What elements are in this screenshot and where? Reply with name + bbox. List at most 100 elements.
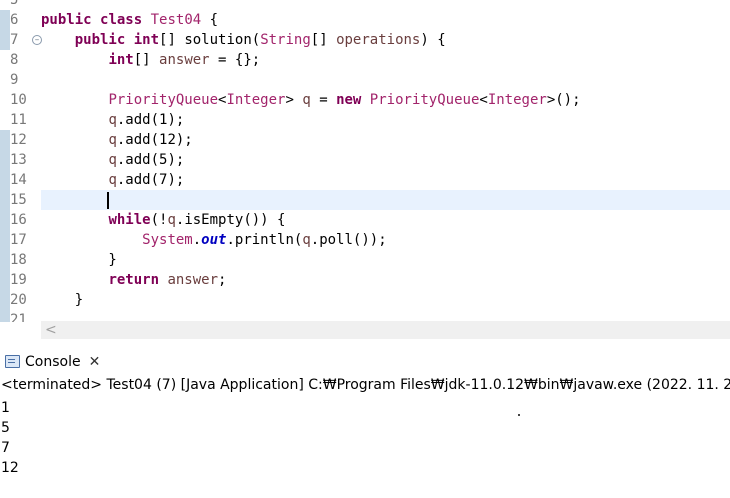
line-number: 21 xyxy=(10,312,27,322)
line-number: 6 xyxy=(10,12,19,28)
code-token: while xyxy=(108,212,151,228)
code-line[interactable]: int[] answer = {}; xyxy=(41,50,730,70)
code-line[interactable]: public class Test04 { xyxy=(41,10,730,30)
close-icon[interactable]: ✕ xyxy=(89,354,101,370)
code-token: .add(7); xyxy=(116,172,185,188)
code-line[interactable] xyxy=(41,0,730,10)
code-line[interactable]: return answer; xyxy=(41,270,730,290)
code-token: new xyxy=(336,92,362,108)
code-line[interactable]: q.add(12); xyxy=(41,130,730,150)
code-token: .add(12); xyxy=(116,132,193,148)
console-status: <terminated> Test04 (7) [Java Applicatio… xyxy=(1,377,730,393)
code-token: public xyxy=(74,32,126,48)
code-area[interactable]: public class Test04 { public int[] solut… xyxy=(41,0,730,322)
horizontal-scrollbar[interactable]: < xyxy=(41,321,730,339)
code-token: .add(5); xyxy=(116,152,185,168)
scroll-left-arrow-icon[interactable]: < xyxy=(45,321,57,339)
line-number: 8 xyxy=(10,52,19,68)
code-token: q xyxy=(108,152,117,168)
line-number: 15 xyxy=(10,192,27,208)
code-line[interactable] xyxy=(41,70,730,90)
code-token: = {}; xyxy=(209,52,261,68)
code-token: Integer xyxy=(487,92,547,108)
code-token: operations xyxy=(336,32,421,48)
code-line[interactable]: } xyxy=(41,250,730,270)
console-tab-label: Console xyxy=(25,353,81,370)
code-token: [] solution( xyxy=(159,32,261,48)
code-token: [] xyxy=(310,32,337,48)
code-token: < xyxy=(479,92,488,108)
code-token: = xyxy=(310,92,337,108)
quick-diff-ruler xyxy=(0,0,10,322)
code-token: } xyxy=(41,252,117,268)
code-editor[interactable]: 5 6 7 8 9 10 11 12 13 14 15 16 17 18 19 20 21− public cl… xyxy=(0,0,730,322)
code-token: answer xyxy=(159,52,210,68)
current-code-line[interactable] xyxy=(41,190,730,210)
code-token: .poll()); xyxy=(310,232,387,248)
tab-console[interactable]: Console ✕ xyxy=(0,348,106,375)
code-token: answer xyxy=(167,272,219,288)
code-token: String xyxy=(260,32,311,48)
code-line[interactable]: while(!q.isEmpty()) { xyxy=(41,210,730,230)
code-token: class xyxy=(100,12,143,28)
code-line[interactable]: q.add(1); xyxy=(41,110,730,130)
line-number: 12 xyxy=(10,132,27,148)
code-token: Integer xyxy=(226,92,286,108)
code-line[interactable]: } xyxy=(41,290,730,310)
code-token: { xyxy=(201,12,219,28)
code-token: int xyxy=(133,32,160,48)
line-number-gutter: 5 6 7 8 9 10 11 12 13 14 15 16 17 18 19 20 21− xyxy=(10,0,42,322)
line-number: 13 xyxy=(10,152,27,168)
console-view-header: Console ✕ xyxy=(0,348,730,375)
code-token: PriorityQueue xyxy=(108,92,219,108)
code-token: System xyxy=(142,232,193,248)
code-token: q xyxy=(108,132,117,148)
code-token: ; xyxy=(218,272,227,288)
code-token: q xyxy=(302,232,311,248)
line-number: 10 xyxy=(10,92,27,108)
code-token: >(); xyxy=(546,92,581,108)
console-output[interactable]: 1 5 7 12 xyxy=(0,398,730,498)
console-icon xyxy=(5,355,20,368)
line-number: 16 xyxy=(10,212,27,228)
code-token: (! xyxy=(150,212,168,228)
code-token: . xyxy=(192,232,202,248)
code-line[interactable]: q.add(7); xyxy=(41,170,730,190)
code-token: .println( xyxy=(226,232,303,248)
code-line[interactable]: PriorityQueue<Integer> q = new PriorityQ… xyxy=(41,90,730,110)
code-token: ) { xyxy=(420,32,446,48)
code-token: Test04 xyxy=(150,12,202,28)
view-splitter[interactable] xyxy=(0,339,730,348)
code-token: q xyxy=(108,112,117,128)
code-token: q xyxy=(108,172,117,188)
line-number: 18 xyxy=(10,252,27,268)
code-token: > xyxy=(285,92,303,108)
code-token: q xyxy=(167,212,176,228)
line-number: 17 xyxy=(10,232,27,248)
code-token: q xyxy=(302,92,311,108)
code-token: out xyxy=(201,232,227,248)
quick-diff-marker xyxy=(0,130,10,322)
code-token: .add(1); xyxy=(116,112,185,128)
code-token: } xyxy=(41,292,84,308)
code-token: PriorityQueue xyxy=(369,92,480,108)
code-line[interactable]: q.add(5); xyxy=(41,150,730,170)
code-line[interactable]: System.out.println(q.poll()); xyxy=(41,230,730,250)
console-output-line: 7 xyxy=(1,440,10,456)
code-token: int xyxy=(108,52,134,68)
line-number: 11 xyxy=(10,112,27,128)
code-line[interactable]: public int[] solution(String[] operation… xyxy=(41,30,730,50)
line-number: 20 xyxy=(10,292,27,308)
